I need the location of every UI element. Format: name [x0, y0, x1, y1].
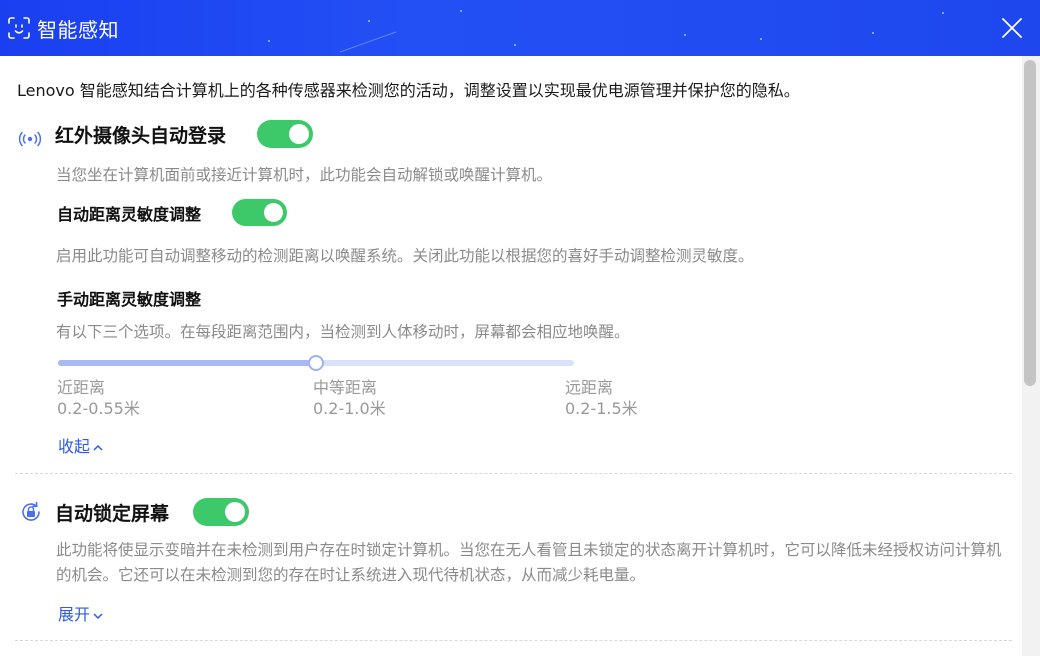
manual-distance-description: 有以下三个选项。在每段距离范围内，当检测到人体移动时，屏幕都会相应地唤醒。 [56, 323, 630, 341]
option-name: 中等距离 [313, 378, 378, 397]
toggle-knob [264, 203, 283, 222]
content-panel: Lenovo 智能感知结合计算机上的各种传感器来检测您的活动，调整设置以实现最优… [0, 56, 1022, 656]
slider-fill [58, 360, 316, 366]
distance-option-medium: 中等距离 0.2-1.0米 [313, 377, 386, 419]
expand-link[interactable]: 展开 [58, 601, 104, 625]
chevron-up-icon [93, 444, 103, 451]
ir-login-description: 当您坐在计算机面前或接近计算机时，此功能会自动解锁或唤醒计算机。 [56, 166, 553, 184]
wireless-signal-icon [18, 131, 42, 147]
auto-lock-description: 此功能将使显示变暗并在未检测到用户存在时锁定计算机。当您在无人看管且未锁定的状态… [56, 541, 1002, 584]
close-icon[interactable] [996, 12, 1028, 44]
chevron-down-icon [93, 612, 103, 619]
intro-text: Lenovo 智能感知结合计算机上的各种传感器来检测您的活动，调整设置以实现最优… [17, 81, 800, 100]
auto-lock-heading: 自动锁定屏幕 [55, 503, 170, 525]
toggle-knob [225, 502, 245, 522]
auto-distance-heading: 自动距离灵敏度调整 [57, 205, 202, 224]
collapse-label: 收起 [58, 437, 91, 456]
toggle-knob [289, 124, 309, 144]
option-range: 0.2-1.0米 [313, 399, 386, 418]
distance-option-far: 远距离 0.2-1.5米 [565, 377, 638, 419]
section-divider [15, 473, 1012, 474]
shooting-star-decoration [340, 31, 397, 53]
slider-thumb[interactable] [308, 355, 324, 371]
distance-option-near: 近距离 0.2-0.55米 [57, 377, 140, 419]
expand-label: 展开 [58, 605, 91, 624]
option-name: 远距离 [565, 378, 614, 397]
scrollbar-thumb[interactable] [1024, 60, 1036, 386]
title-bar: 智能感知 [0, 0, 1040, 56]
lock-refresh-icon [22, 501, 40, 521]
ir-login-toggle[interactable] [257, 120, 313, 148]
vertical-scrollbar[interactable] [1022, 56, 1040, 656]
window-title: 智能感知 [37, 18, 119, 42]
auto-lock-toggle[interactable] [193, 498, 249, 526]
option-name: 近距离 [57, 378, 106, 397]
ir-login-heading: 红外摄像头自动登录 [55, 125, 227, 147]
auto-distance-description: 启用此功能可自动调整移动的检测距离以唤醒系统。关闭此功能以根据您的喜好手动调整检… [56, 247, 754, 265]
option-range: 0.2-1.5米 [565, 399, 638, 418]
section-divider [15, 640, 1012, 641]
auto-distance-toggle[interactable] [232, 199, 287, 226]
manual-distance-heading: 手动距离灵敏度调整 [57, 290, 202, 309]
distance-slider[interactable] [58, 355, 574, 371]
face-scan-icon [8, 17, 30, 39]
collapse-link[interactable]: 收起 [58, 433, 104, 457]
option-range: 0.2-0.55米 [57, 399, 140, 418]
